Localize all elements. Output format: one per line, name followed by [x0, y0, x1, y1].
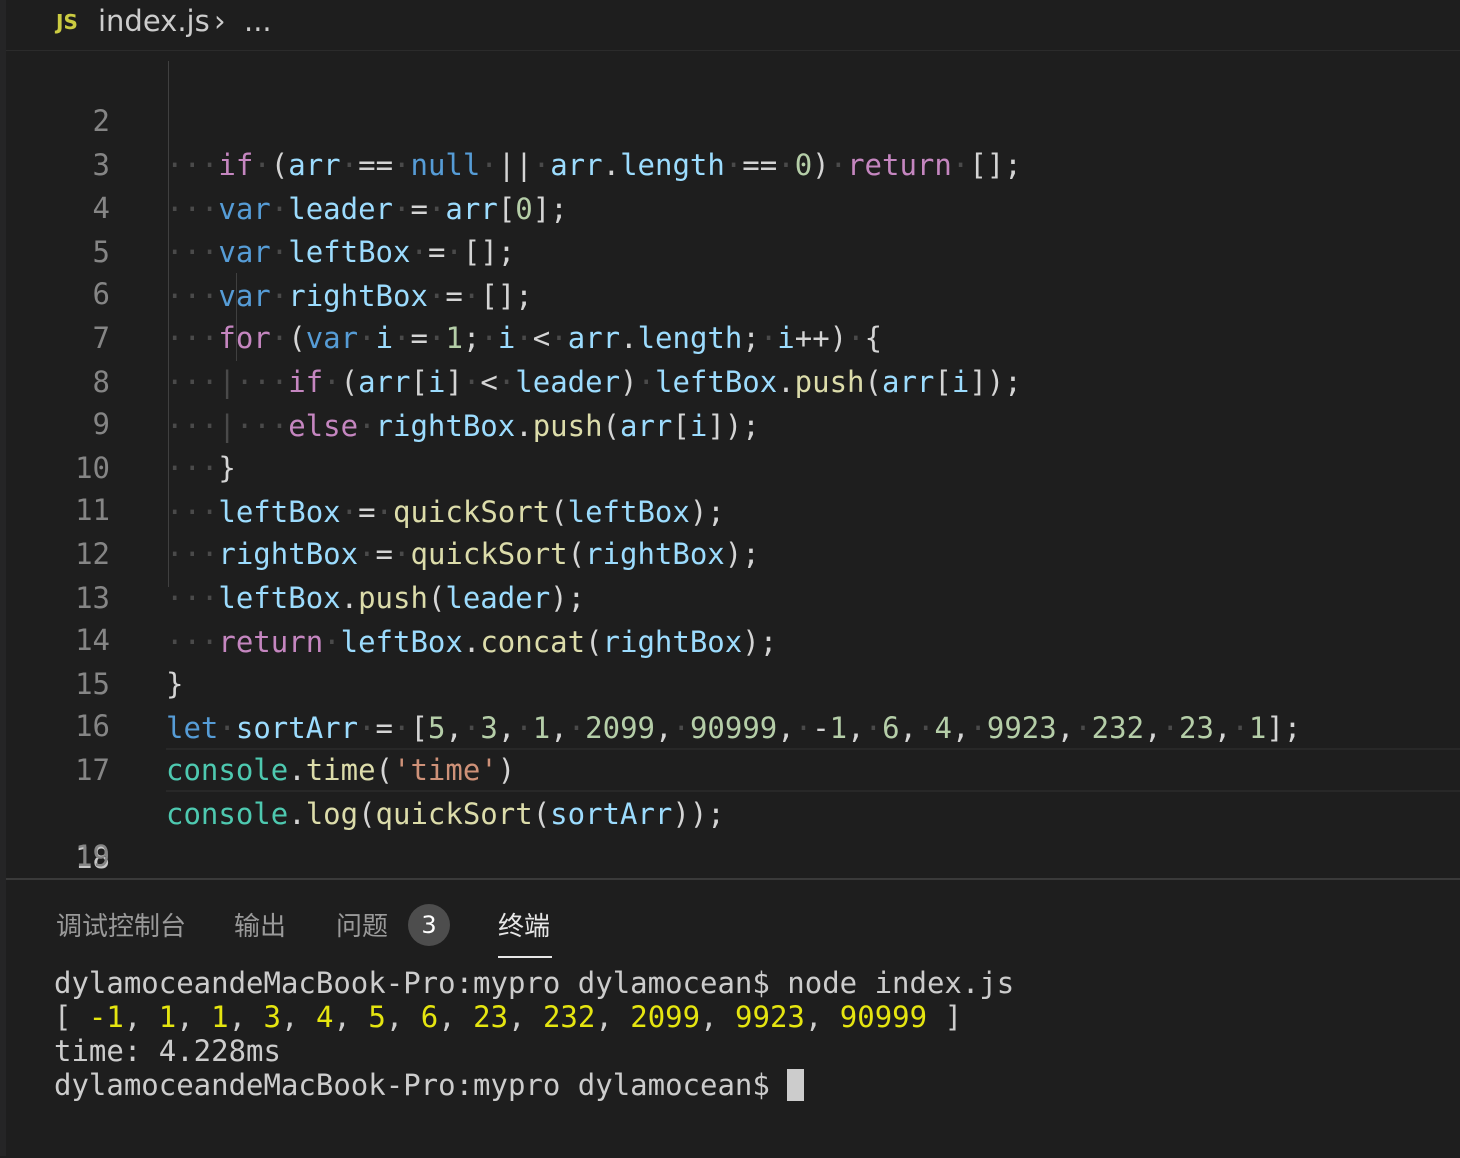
code-line[interactable]: 12 ···leftBox.push(leader); — [6, 488, 1460, 615]
current-line-highlight — [166, 748, 1460, 792]
terminal-output[interactable]: dylamoceandeMacBook-Pro:mypro dylamocean… — [54, 966, 1014, 1102]
terminal-line: time: 4.228ms — [54, 1034, 281, 1068]
bottom-panel: 调试控制台 输出 问题 3 终端 dylamoceandeMacBook-Pro… — [6, 878, 1460, 1158]
code-line[interactable]: 2 ···if·(arr·==·null·||·arr.length·==·0)… — [6, 55, 1460, 182]
terminal-prompt-line: dylamoceandeMacBook-Pro:mypro dylamocean… — [54, 1068, 1014, 1102]
array-value: 4 — [315, 1000, 334, 1034]
breadcrumb: JS index.js › ... — [6, 0, 1460, 51]
tab-terminal[interactable]: 终端 — [498, 906, 550, 943]
code-line[interactable]: 10 ···leftBox·=·quickSort(leftBox); — [6, 402, 1460, 529]
tab-debug-console[interactable]: 调试控制台 — [56, 906, 186, 943]
panel-tabs: 调试控制台 输出 问题 3 终端 — [6, 880, 1460, 958]
code-line[interactable]: 6 ···for·(var·i·=·1;·i·<·arr.length;·i++… — [6, 228, 1460, 355]
array-value: 2099 — [630, 1000, 701, 1034]
array-value: 6 — [420, 1000, 439, 1034]
code-editor[interactable]: 2 ···if·(arr·==·null·||·arr.length·==·0)… — [6, 51, 1460, 920]
array-value: 1 — [211, 1000, 229, 1034]
code-line[interactable]: 17 console.log(quickSort(sortArr)); — [6, 704, 1460, 831]
array-close: ] — [927, 1000, 963, 1034]
chevron-right-icon: › — [214, 4, 226, 38]
problems-count-badge: 3 — [408, 904, 450, 946]
terminal-prompt: dylamoceandeMacBook-Pro:mypro dylamocean… — [54, 1068, 788, 1102]
array-value: 3 — [263, 1000, 282, 1034]
breadcrumb-file[interactable]: index.js — [98, 4, 210, 38]
terminal-cursor — [787, 1069, 805, 1101]
code-line[interactable]: 3 ···var·leader·=·arr[0]; — [6, 99, 1460, 226]
tab-problems[interactable]: 问题 — [336, 906, 388, 943]
code-line[interactable]: 7 ···|···if·(arr[i]·<·leader)·leftBox.pu… — [6, 272, 1460, 399]
code-line[interactable]: 20 — [6, 834, 1460, 917]
array-value: 23 — [473, 1000, 509, 1034]
js-file-icon: JS — [56, 10, 78, 34]
code-line[interactable]: 4 ···var·leftBox·=·[]; — [6, 142, 1460, 269]
code-line[interactable]: 16 console.time('time') — [6, 660, 1460, 787]
breadcrumb-symbol[interactable]: ... — [244, 4, 272, 38]
code-line[interactable]: 8 ···|···else·rightBox.push(arr[i]); — [6, 316, 1460, 443]
code-line[interactable]: 14 } — [6, 574, 1460, 701]
array-open: [ — [54, 1000, 89, 1034]
array-value: 90999 — [839, 1000, 928, 1034]
array-value: 5 — [368, 1000, 386, 1034]
terminal-line: dylamoceandeMacBook-Pro:mypro dylamocean… — [54, 966, 1015, 1000]
array-value: 232 — [542, 1000, 596, 1034]
code-line-current[interactable]: 18 console.timeEnd('time') — [6, 748, 1460, 920]
code-line[interactable]: 5 ···var·rightBox·=·[]; — [6, 186, 1460, 313]
active-tab-indicator — [498, 956, 552, 958]
code-line[interactable]: 11 ···rightBox·=·quickSort(rightBox); — [6, 444, 1460, 571]
code-line[interactable]: 13 ···return·leftBox.concat(rightBox); — [6, 532, 1460, 659]
array-value: 1 — [158, 1000, 177, 1034]
array-value: 9923 — [735, 1000, 805, 1034]
tab-output[interactable]: 输出 — [234, 906, 286, 943]
code-line[interactable]: 15 let·sortArr·=·[5,·3,·1,·2099,·90999,·… — [6, 618, 1460, 745]
code-line[interactable]: 9 ···} — [6, 358, 1460, 485]
terminal-line: [ -1, 1, 1, 3, 4, 5, 6, 23, 232, 2099, 9… — [54, 1000, 963, 1034]
array-value: -1 — [88, 1000, 124, 1034]
code-line[interactable]: 19 — [6, 790, 1460, 873]
